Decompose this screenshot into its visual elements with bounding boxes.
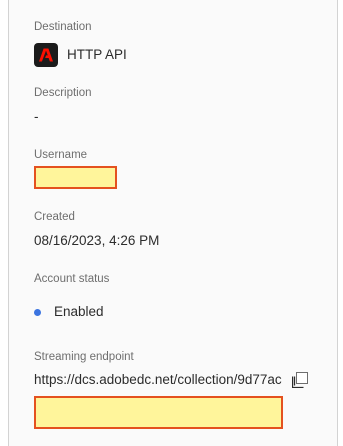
adobe-logo-icon — [34, 43, 58, 67]
description-label: Description — [34, 87, 92, 99]
destination-value: HTTP API — [67, 47, 127, 62]
created-label: Created — [34, 211, 75, 223]
account-status-field: Account status Enabled — [34, 272, 329, 321]
account-status-label: Account status — [34, 273, 110, 285]
endpoint-row: https://dcs.adobedc.net/collection/9d77a… — [34, 371, 329, 389]
created-value: 08/16/2023, 4:26 PM — [34, 233, 160, 248]
destination-row: HTTP API — [34, 43, 329, 67]
copy-icon[interactable] — [291, 372, 308, 389]
streaming-endpoint-label: Streaming endpoint — [34, 351, 134, 363]
streaming-endpoint-field: Streaming endpoint https://dcs.adobedc.n… — [34, 350, 329, 429]
username-field: Username — [34, 148, 329, 189]
connection-details-panel: Destination HTTP API Description - Usern… — [8, 0, 338, 446]
username-redacted-value — [34, 166, 117, 189]
description-field: Description - — [34, 86, 329, 126]
created-field: Created 08/16/2023, 4:26 PM — [34, 210, 329, 250]
destination-field: Destination HTTP API — [34, 20, 329, 67]
status-value: Enabled — [54, 304, 104, 319]
status-row: Enabled — [34, 303, 329, 321]
endpoint-redacted-value — [34, 396, 283, 429]
destination-label: Destination — [34, 21, 92, 33]
description-value: - — [34, 109, 39, 124]
username-label: Username — [34, 149, 88, 161]
endpoint-value: https://dcs.adobedc.net/collection/9d77a… — [34, 372, 282, 387]
status-dot-icon — [34, 308, 41, 316]
